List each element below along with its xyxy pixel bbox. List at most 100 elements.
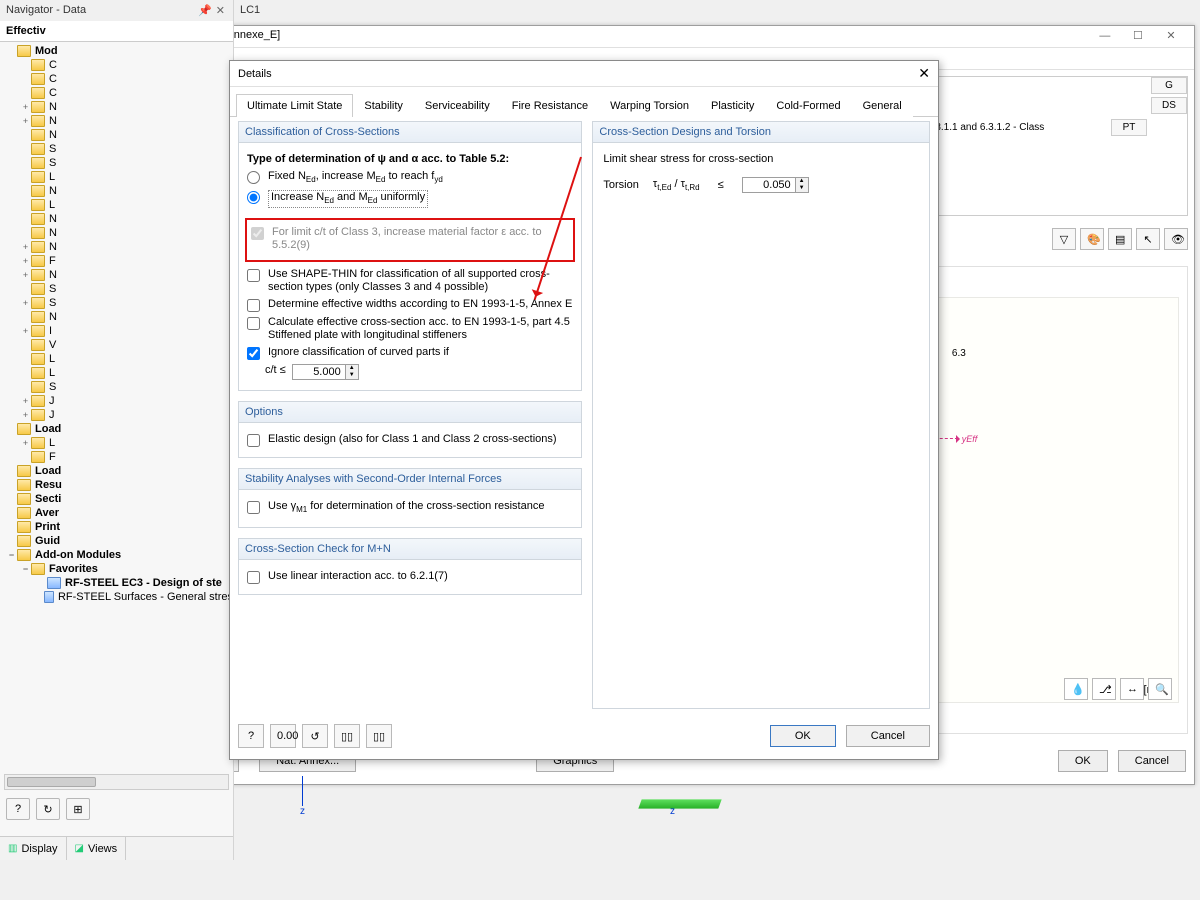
nav-tab-display-label: Display [21,843,57,855]
views-icon: ◪ [75,843,84,854]
tree-row[interactable]: N [2,184,233,198]
tree-row[interactable]: +F [2,254,233,268]
tree-row[interactable]: RF-STEEL Surfaces - General stres [2,590,233,604]
nav-tab-display[interactable]: ▥Display [0,837,67,860]
tree-row[interactable]: N [2,226,233,240]
tree-row[interactable]: Mod [2,44,233,58]
tree-row[interactable]: C [2,86,233,100]
ct-value[interactable] [293,365,345,379]
expand-icon[interactable]: ⊞ [66,798,90,820]
tree-row[interactable]: +J [2,394,233,408]
tree-row[interactable]: N [2,128,233,142]
dialog-cancel-button[interactable]: Cancel [846,725,930,747]
tree-row[interactable]: S [2,380,233,394]
tree-row[interactable]: +N [2,114,233,128]
tab-general[interactable]: General [852,94,913,117]
tree-row[interactable]: +N [2,268,233,282]
profile1-icon[interactable]: ▯▯ [334,724,360,748]
tree-row[interactable]: −Favorites [2,562,233,576]
tree-row[interactable]: +N [2,100,233,114]
eye-icon[interactable]: 👁 [1164,228,1188,250]
nav-tab-views[interactable]: ◪Views [67,837,127,860]
chk-shape-thin[interactable] [247,269,260,282]
tree-row[interactable]: S [2,142,233,156]
chk-elastic[interactable] [247,434,260,447]
help-icon[interactable]: ? [6,798,30,820]
pin-icon[interactable]: 📌 [196,5,214,17]
tree-row[interactable]: +N [2,240,233,254]
chk-curved[interactable] [247,347,260,360]
ct-spinner[interactable]: ▲▼ [292,364,359,380]
reset-icon[interactable]: ↺ [302,724,328,748]
help-icon[interactable]: ? [238,724,264,748]
tree-row[interactable]: V [2,338,233,352]
tree-row[interactable]: N [2,212,233,226]
tab-serviceability[interactable]: Serviceability [414,94,501,117]
maximize-icon[interactable]: ☐ [1123,29,1153,42]
tree-row[interactable]: Resu [2,478,233,492]
tree-row[interactable]: RF-STEEL EC3 - Design of ste [2,576,233,590]
drop-icon[interactable]: 💧 [1064,678,1088,700]
close-navigator-icon[interactable]: ✕ [214,5,227,17]
spin-down-icon[interactable]: ▼ [346,372,358,379]
chk-stiffened[interactable] [247,317,260,330]
torsion-value[interactable] [743,178,795,192]
tab-fire[interactable]: Fire Resistance [501,94,599,117]
radio-fixed-ned[interactable] [247,171,260,184]
tree-row[interactable]: +J [2,408,233,422]
tree-row[interactable]: +I [2,324,233,338]
query-icon[interactable]: 🔍 [1148,678,1172,700]
tab-plasticity[interactable]: Plasticity [700,94,765,117]
col-pt: PT [1111,119,1147,136]
tree-row[interactable]: C [2,58,233,72]
tree-row[interactable]: L [2,366,233,380]
minimize-icon[interactable]: — [1090,30,1120,42]
palette-icon[interactable]: 🎨 [1080,228,1104,250]
dim-icon[interactable]: ↔ [1120,678,1144,700]
units-icon[interactable]: 0.00 [270,724,296,748]
close-icon[interactable]: ✕ [1156,29,1186,42]
tab-warping[interactable]: Warping Torsion [599,94,700,117]
radio-increase-uniform[interactable] [247,191,260,204]
spin-down-icon[interactable]: ▼ [796,185,808,192]
ok-button[interactable]: OK [1058,750,1108,772]
pick-icon[interactable]: ↖ [1136,228,1160,250]
tree-row[interactable]: F [2,450,233,464]
profile2-icon[interactable]: ▯▯ [366,724,392,748]
tree-row[interactable]: +S [2,296,233,310]
navigator-tree[interactable]: ModCCC+N+NNSSLNLNN+N+F+NS+SN+IVLLS+J+JLo… [0,42,233,802]
tree-row[interactable]: Load [2,464,233,478]
tree-row[interactable]: N [2,310,233,324]
dialog-close-icon[interactable]: ✕ [918,65,930,82]
navigator-tab[interactable]: Effectiv [0,21,233,42]
refresh-icon[interactable]: ↻ [36,798,60,820]
filter-icon[interactable]: ▽ [1052,228,1076,250]
chk-annex-e[interactable] [247,299,260,312]
spin-up-icon[interactable]: ▲ [346,365,358,372]
spin-up-icon[interactable]: ▲ [796,178,808,185]
tree-row[interactable]: Guid [2,534,233,548]
tree-row[interactable]: Secti [2,492,233,506]
tree-row[interactable]: S [2,156,233,170]
tab-coldformed[interactable]: Cold-Formed [765,94,851,117]
tree-row[interactable]: −Add-on Modules [2,548,233,562]
navigator-scrollbar[interactable] [4,774,229,790]
tree-row[interactable]: S [2,282,233,296]
tree-row[interactable]: Print [2,520,233,534]
chk-gamma-m1[interactable] [247,501,260,514]
tree-row[interactable]: C [2,72,233,86]
tree-row[interactable]: L [2,198,233,212]
torsion-spinner[interactable]: ▲▼ [742,177,809,193]
tab-stability[interactable]: Stability [353,94,414,117]
tree-row[interactable]: Aver [2,506,233,520]
tree-row[interactable]: L [2,170,233,184]
dialog-ok-button[interactable]: OK [770,725,836,747]
cancel-button[interactable]: Cancel [1118,750,1186,772]
axis-icon[interactable]: ⎇ [1092,678,1116,700]
tree-row[interactable]: +L [2,436,233,450]
export-icon[interactable]: ▤ [1108,228,1132,250]
chk-linear-interaction[interactable] [247,571,260,584]
tree-row[interactable]: L [2,352,233,366]
tab-uls[interactable]: Ultimate Limit State [236,94,353,117]
tree-row[interactable]: Load [2,422,233,436]
